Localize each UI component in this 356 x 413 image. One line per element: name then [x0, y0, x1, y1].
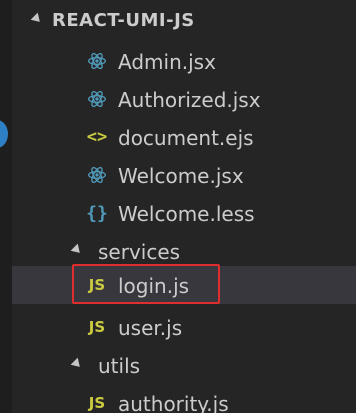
curly-braces-icon: {} — [86, 202, 108, 224]
file-item-welcome-jsx[interactable]: Welcome.jsx — [12, 156, 356, 194]
file-name: user.js — [118, 316, 183, 340]
js-icon: JS — [88, 318, 106, 336]
file-name: login.js — [118, 274, 190, 298]
folder-name: utils — [98, 354, 141, 378]
react-icon — [86, 88, 108, 110]
folder-item-services[interactable]: services — [12, 232, 356, 270]
code-brackets-icon: <> — [86, 127, 108, 147]
file-item-document-ejs[interactable]: <> document.ejs — [12, 118, 356, 156]
file-item-admin-jsx[interactable]: Admin.jsx — [12, 42, 356, 80]
file-name: authority.js — [118, 392, 229, 413]
file-item-user-js[interactable]: JS user.js — [12, 308, 356, 346]
js-icon: JS — [88, 276, 106, 294]
chevron-down-icon[interactable] — [70, 357, 84, 371]
chevron-down-icon[interactable] — [70, 243, 84, 257]
file-name: document.ejs — [118, 126, 254, 150]
file-item-login-js[interactable]: JS login.js — [12, 266, 356, 304]
react-icon — [86, 50, 108, 72]
react-icon — [86, 164, 108, 186]
js-icon: JS — [88, 394, 106, 412]
file-item-authority-js[interactable]: JS authority.js — [12, 384, 356, 413]
file-name: Welcome.jsx — [118, 164, 244, 188]
folder-item-utils[interactable]: utils — [12, 346, 356, 384]
file-tree: REACT-UMI-JS Admin.jsx Authorized.jsx <>… — [12, 0, 356, 413]
file-name: Admin.jsx — [118, 50, 216, 74]
folder-header-react-umi-js[interactable]: REACT-UMI-JS — [12, 0, 356, 42]
folder-title: REACT-UMI-JS — [52, 10, 195, 31]
file-explorer-panel: REACT-UMI-JS Admin.jsx Authorized.jsx <>… — [0, 0, 356, 413]
left-gutter — [0, 0, 12, 413]
file-name: Authorized.jsx — [118, 88, 261, 112]
file-item-authorized-jsx[interactable]: Authorized.jsx — [12, 80, 356, 118]
activity-indicator-dot — [0, 120, 8, 148]
folder-name: services — [98, 240, 181, 264]
chevron-down-icon[interactable] — [30, 12, 44, 26]
file-item-welcome-less[interactable]: {} Welcome.less — [12, 194, 356, 232]
file-name: Welcome.less — [118, 202, 255, 226]
